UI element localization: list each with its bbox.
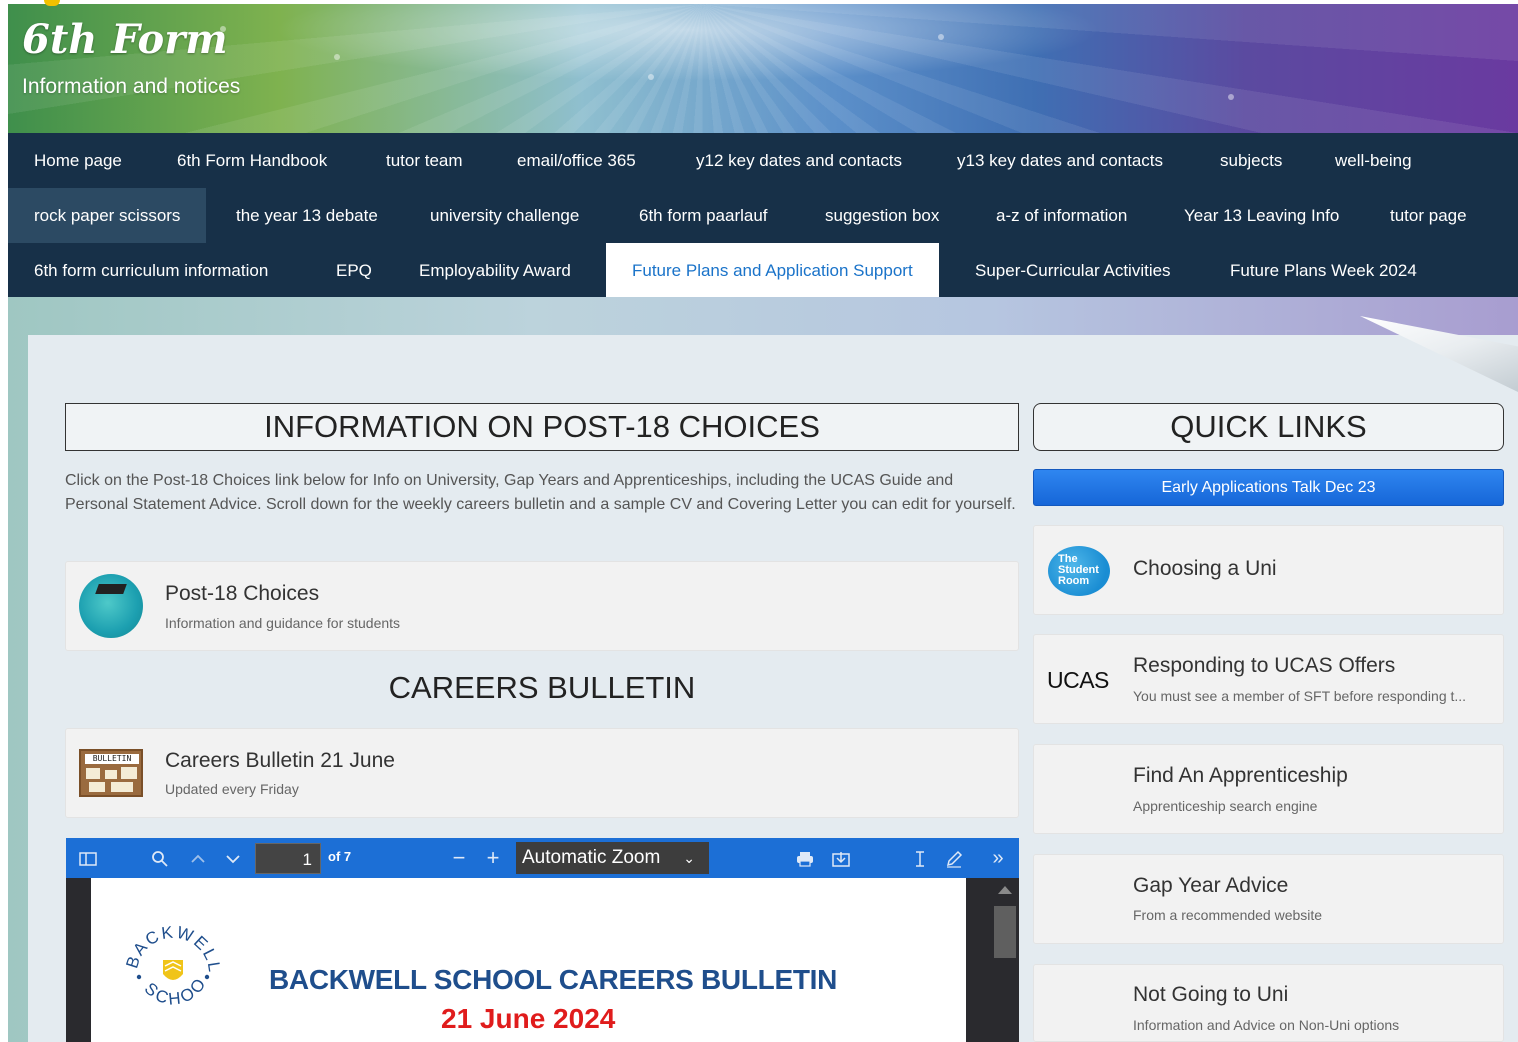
- quick-link-subtitle: Apprenticeship search engine: [1133, 798, 1318, 814]
- banner-sparkle: [938, 34, 944, 40]
- quick-link-not-uni[interactable]: Not Going to Uni Information and Advice …: [1033, 964, 1504, 1042]
- pdf-scrollbar[interactable]: [991, 878, 1019, 1042]
- pdf-toolbar: 1 of 7 − + Automatic Zoom ⌄ »: [66, 838, 1019, 878]
- ucas-logo: UCAS: [1047, 667, 1109, 693]
- quick-link-subtitle: From a recommended website: [1133, 907, 1323, 923]
- bulletin-doc-date: 21 June 2024: [441, 1003, 616, 1034]
- nav-item-university-challenge[interactable]: university challenge: [404, 188, 605, 243]
- bulletin-doc-title: BACKWELL SCHOOL CAREERS BULLETIN: [269, 964, 838, 995]
- banner-rays: [8, 4, 1518, 133]
- quick-link-title[interactable]: Find An Apprenticeship: [1133, 764, 1348, 788]
- bulletin-thumb-label: BULLETIN: [85, 754, 139, 764]
- pen-icon[interactable]: [942, 838, 966, 878]
- quick-link-title[interactable]: Not Going to Uni: [1133, 983, 1288, 1007]
- zoom-select[interactable]: Automatic Zoom ⌄: [516, 842, 709, 874]
- chevron-down-icon: ⌄: [683, 850, 695, 866]
- search-icon[interactable]: [146, 838, 174, 878]
- nav-row-3: 6th form curriculum information EPQ Empl…: [8, 243, 1518, 298]
- quick-link-title[interactable]: Gap Year Advice: [1133, 874, 1288, 898]
- scroll-up-arrow-icon[interactable]: [998, 886, 1012, 894]
- bulletin-note: [121, 767, 137, 779]
- quick-link-ucas-offers[interactable]: UCAS Responding to UCAS Offers You must …: [1033, 634, 1504, 724]
- pdf-viewer[interactable]: BACKWELL SCHOOL BACKWELL SCHOOL CAREERS …: [66, 878, 1019, 1042]
- text-cursor-icon[interactable]: [908, 838, 932, 878]
- school-crest-logo: BACKWELL SCHOOL: [123, 916, 222, 1009]
- bulletin-note: [111, 782, 133, 792]
- page-count-label: of 7: [328, 849, 352, 864]
- print-icon[interactable]: [792, 838, 818, 878]
- pdf-page: BACKWELL SCHOOL BACKWELL SCHOOL CAREERS …: [91, 878, 966, 1042]
- next-page-icon[interactable]: [221, 838, 245, 878]
- nav-item-future-plans-support[interactable]: Future Plans and Application Support: [606, 243, 939, 298]
- site-subtitle: Information and notices: [22, 75, 241, 98]
- nav-item-paarlauf[interactable]: 6th form paarlauf: [613, 188, 794, 243]
- nav-item-y12-dates[interactable]: y12 key dates and contacts: [670, 133, 928, 188]
- post18-choices-card[interactable]: Post-18 Choices Information and guidance…: [65, 561, 1019, 651]
- nav-item-home[interactable]: Home page: [8, 133, 148, 188]
- sidebar-toggle-icon[interactable]: [74, 838, 102, 878]
- nav-item-employability[interactable]: Employability Award: [393, 243, 597, 298]
- nav-item-subjects[interactable]: subjects: [1194, 133, 1308, 188]
- banner-sparkle: [648, 74, 654, 80]
- careers-bulletin-heading: CAREERS BULLETIN: [388, 670, 696, 705]
- scrollbar-thumb[interactable]: [994, 906, 1016, 958]
- page-number-input[interactable]: 1: [255, 843, 321, 874]
- nav-row-1: Home page 6th Form Handbook tutor team e…: [8, 133, 1518, 188]
- careers-bulletin-card[interactable]: BULLETIN Careers Bulletin 21 June Update…: [65, 728, 1019, 818]
- globe-graduation-icon: [79, 574, 143, 638]
- nav-item-super-curricular[interactable]: Super-Curricular Activities: [949, 243, 1197, 298]
- nav-item-handbook[interactable]: 6th Form Handbook: [151, 133, 353, 188]
- bulletin-card-subtitle: Updated every Friday: [165, 781, 299, 797]
- nav-item-email[interactable]: email/office 365: [491, 133, 662, 188]
- intro-text: Click on the Post-18 Choices link below …: [65, 472, 1016, 513]
- nav-item-year-13-debate[interactable]: the year 13 debate: [210, 188, 404, 243]
- nav-item-suggestion-box[interactable]: suggestion box: [799, 188, 965, 243]
- site-title[interactable]: 6th Form: [22, 16, 228, 63]
- zoom-in-icon[interactable]: +: [481, 838, 505, 878]
- post18-card-subtitle: Information and guidance for students: [165, 615, 401, 631]
- nav-item-y13-dates[interactable]: y13 key dates and contacts: [931, 133, 1189, 188]
- download-icon[interactable]: [828, 838, 854, 878]
- zoom-out-icon[interactable]: −: [447, 838, 471, 878]
- nav-row-2: rock paper scissors the year 13 debate u…: [8, 188, 1518, 243]
- more-tools-icon[interactable]: »: [984, 838, 1012, 878]
- early-applications-button[interactable]: Early Applications Talk Dec 23: [1033, 469, 1504, 506]
- nav-item-year-13-leaving[interactable]: Year 13 Leaving Info: [1158, 188, 1365, 243]
- zoom-value: Automatic Zoom: [522, 847, 661, 868]
- quick-link-title[interactable]: Choosing a Uni: [1133, 557, 1277, 581]
- nav-item-epq[interactable]: EPQ: [310, 243, 398, 298]
- bulletin-note: [86, 768, 100, 779]
- bulletin-note: [89, 782, 105, 792]
- quick-link-subtitle: You must see a member of SFT before resp…: [1133, 688, 1467, 704]
- banner-sparkle: [1228, 94, 1234, 100]
- quick-link-title[interactable]: Responding to UCAS Offers: [1133, 654, 1395, 678]
- nav-item-curriculum[interactable]: 6th form curriculum information: [8, 243, 294, 298]
- bulletin-note: [105, 770, 117, 779]
- previous-page-icon[interactable]: [186, 838, 210, 878]
- nav-item-future-plans-week[interactable]: Future Plans Week 2024: [1204, 243, 1443, 298]
- quick-link-subtitle: Information and Advice on Non-Uni option…: [1133, 1017, 1400, 1033]
- quick-links-heading: QUICK LINKS: [1033, 403, 1504, 451]
- quick-link-gap-year[interactable]: Gap Year Advice From a recommended websi…: [1033, 854, 1504, 944]
- quick-link-apprenticeship[interactable]: Find An Apprenticeship Apprenticeship se…: [1033, 744, 1504, 834]
- header-banner: 6th Form Information and notices: [8, 4, 1518, 133]
- student-room-logo: The Student Room: [1048, 546, 1110, 596]
- banner-sparkle: [334, 54, 340, 60]
- nav-item-a-z[interactable]: a-z of information: [970, 188, 1153, 243]
- bulletin-board-icon: BULLETIN: [79, 749, 143, 797]
- quick-link-choosing-uni[interactable]: The Student Room Choosing a Uni: [1033, 525, 1504, 615]
- main-navigation: Home page 6th Form Handbook tutor team e…: [8, 133, 1518, 298]
- nav-item-rock-paper-scissors[interactable]: rock paper scissors: [8, 188, 207, 243]
- nav-item-tutor-page[interactable]: tutor page: [1364, 188, 1493, 243]
- nav-item-well-being[interactable]: well-being: [1309, 133, 1438, 188]
- post18-heading: INFORMATION ON POST-18 CHOICES: [65, 403, 1019, 451]
- post18-card-title[interactable]: Post-18 Choices: [165, 582, 319, 606]
- bulletin-card-title[interactable]: Careers Bulletin 21 June: [165, 749, 395, 773]
- nav-item-tutor-team[interactable]: tutor team: [360, 133, 489, 188]
